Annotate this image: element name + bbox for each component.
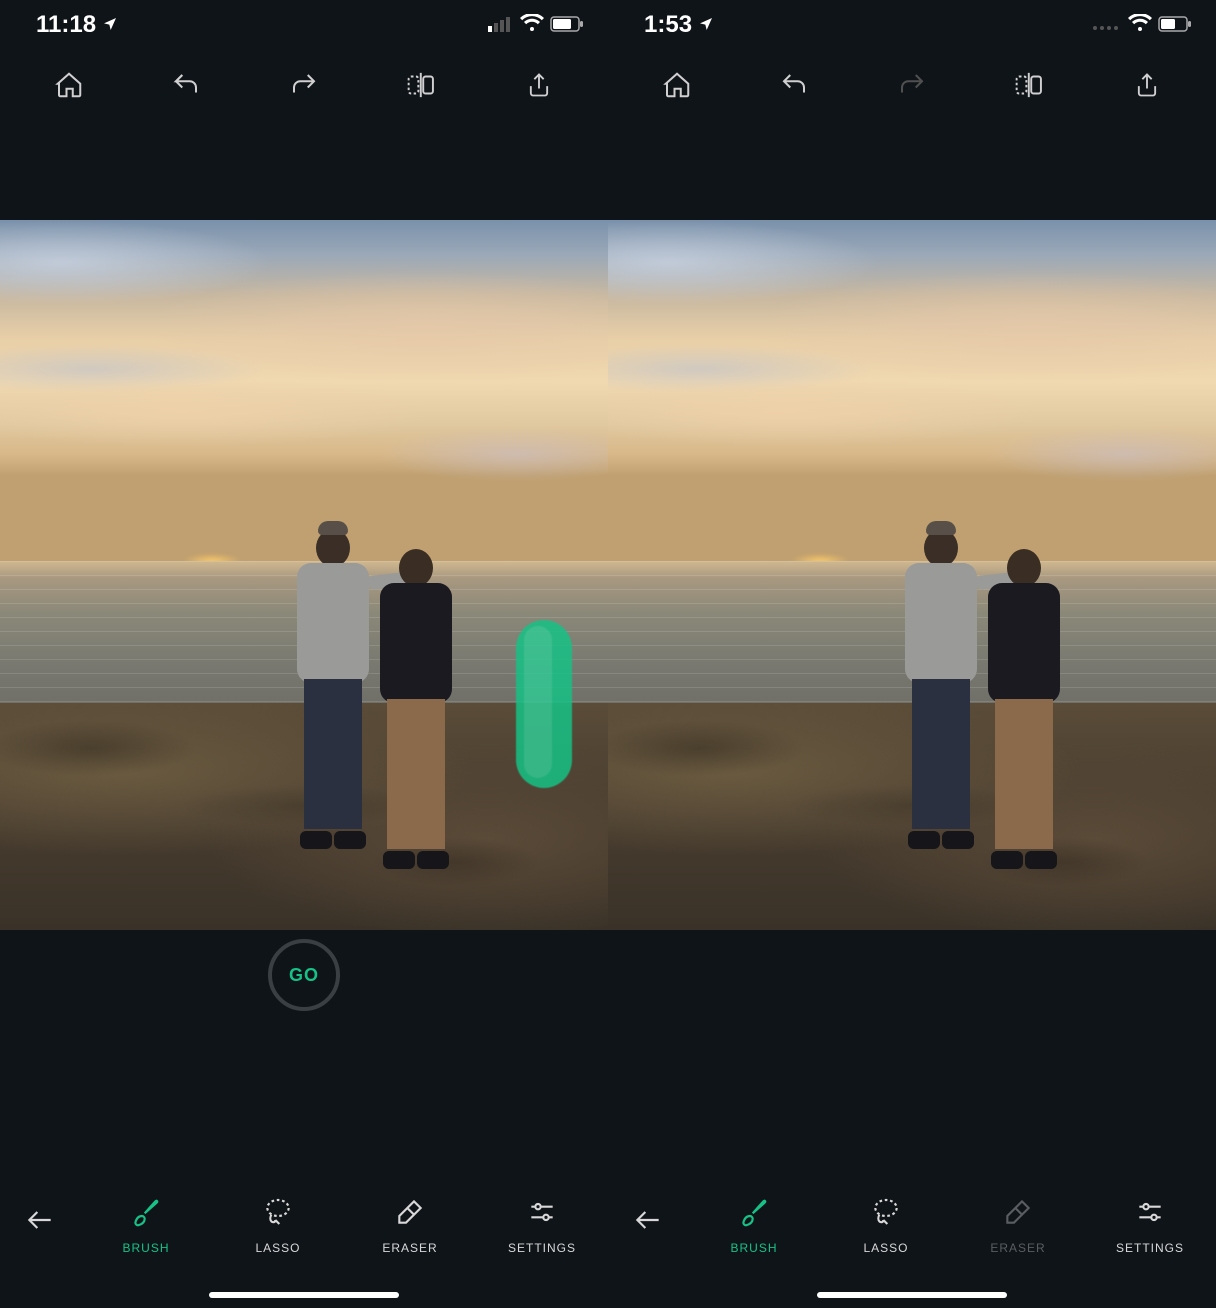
lasso-icon — [262, 1196, 294, 1231]
status-bar: 1:53 — [608, 0, 1216, 50]
status-time: 1:53 — [644, 11, 692, 39]
tool-lasso[interactable]: LASSO — [212, 1196, 344, 1255]
settings-icon — [526, 1196, 558, 1231]
home-indicator[interactable] — [209, 1292, 399, 1298]
undo-button[interactable] — [759, 60, 829, 110]
screenshot-left: 11:18 — [0, 0, 608, 1308]
back-button[interactable] — [0, 1196, 80, 1236]
go-button-label: GO — [289, 965, 319, 986]
photo-canvas[interactable] — [608, 220, 1216, 930]
location-icon — [698, 11, 714, 39]
tool-lasso-label: LASSO — [863, 1241, 908, 1255]
share-button[interactable] — [504, 60, 574, 110]
bottom-toolbar: BRUSH LASSO ERASER SETTINGS — [0, 1178, 608, 1308]
compare-button[interactable] — [387, 60, 457, 110]
status-bar: 11:18 — [0, 0, 608, 50]
bottom-toolbar: BRUSH LASSO ERASER SETTINGS — [608, 1178, 1216, 1308]
photo-canvas[interactable] — [0, 220, 608, 930]
tool-settings-label: SETTINGS — [508, 1241, 576, 1255]
eraser-icon — [1002, 1196, 1034, 1231]
brush-icon — [130, 1196, 162, 1231]
tool-brush[interactable]: BRUSH — [688, 1196, 820, 1255]
location-icon — [102, 11, 118, 39]
subject-person-2 — [979, 549, 1069, 859]
battery-icon — [1158, 11, 1192, 39]
tool-eraser: ERASER — [952, 1196, 1084, 1255]
eraser-icon — [394, 1196, 426, 1231]
tool-lasso[interactable]: LASSO — [820, 1196, 952, 1255]
screenshot-right: 1:53 — [608, 0, 1216, 1308]
back-button[interactable] — [608, 1196, 688, 1236]
wifi-icon — [1128, 11, 1152, 39]
tool-eraser-label: ERASER — [382, 1241, 437, 1255]
canvas-area[interactable]: GO — [0, 120, 608, 1178]
tool-settings[interactable]: SETTINGS — [1084, 1196, 1216, 1255]
share-button[interactable] — [1112, 60, 1182, 110]
redo-button — [877, 60, 947, 110]
cellular-icon — [488, 11, 514, 39]
top-toolbar — [608, 50, 1216, 120]
status-time: 11:18 — [36, 11, 96, 39]
settings-icon — [1134, 1196, 1166, 1231]
battery-icon — [550, 11, 584, 39]
go-button[interactable]: GO — [268, 939, 340, 1011]
tool-lasso-label: LASSO — [255, 1241, 300, 1255]
home-indicator[interactable] — [817, 1292, 1007, 1298]
home-button[interactable] — [34, 60, 104, 110]
lasso-icon — [870, 1196, 902, 1231]
wifi-icon — [520, 11, 544, 39]
tool-brush[interactable]: BRUSH — [80, 1196, 212, 1255]
brush-stroke-overlay — [516, 620, 572, 788]
subject-person-1 — [894, 529, 989, 859]
tool-brush-label: BRUSH — [730, 1241, 777, 1255]
home-button[interactable] — [642, 60, 712, 110]
canvas-area[interactable] — [608, 120, 1216, 1178]
tool-settings-label: SETTINGS — [1116, 1241, 1184, 1255]
compare-button[interactable] — [995, 60, 1065, 110]
brush-icon — [738, 1196, 770, 1231]
undo-button[interactable] — [151, 60, 221, 110]
tool-eraser[interactable]: ERASER — [344, 1196, 476, 1255]
tool-settings[interactable]: SETTINGS — [476, 1196, 608, 1255]
top-toolbar — [0, 50, 608, 120]
redo-button[interactable] — [269, 60, 339, 110]
subject-person-1 — [286, 529, 381, 859]
cellular-dots-icon — [1092, 11, 1122, 39]
tool-eraser-label: ERASER — [990, 1241, 1045, 1255]
tool-brush-label: BRUSH — [122, 1241, 169, 1255]
subject-person-2 — [371, 549, 461, 859]
